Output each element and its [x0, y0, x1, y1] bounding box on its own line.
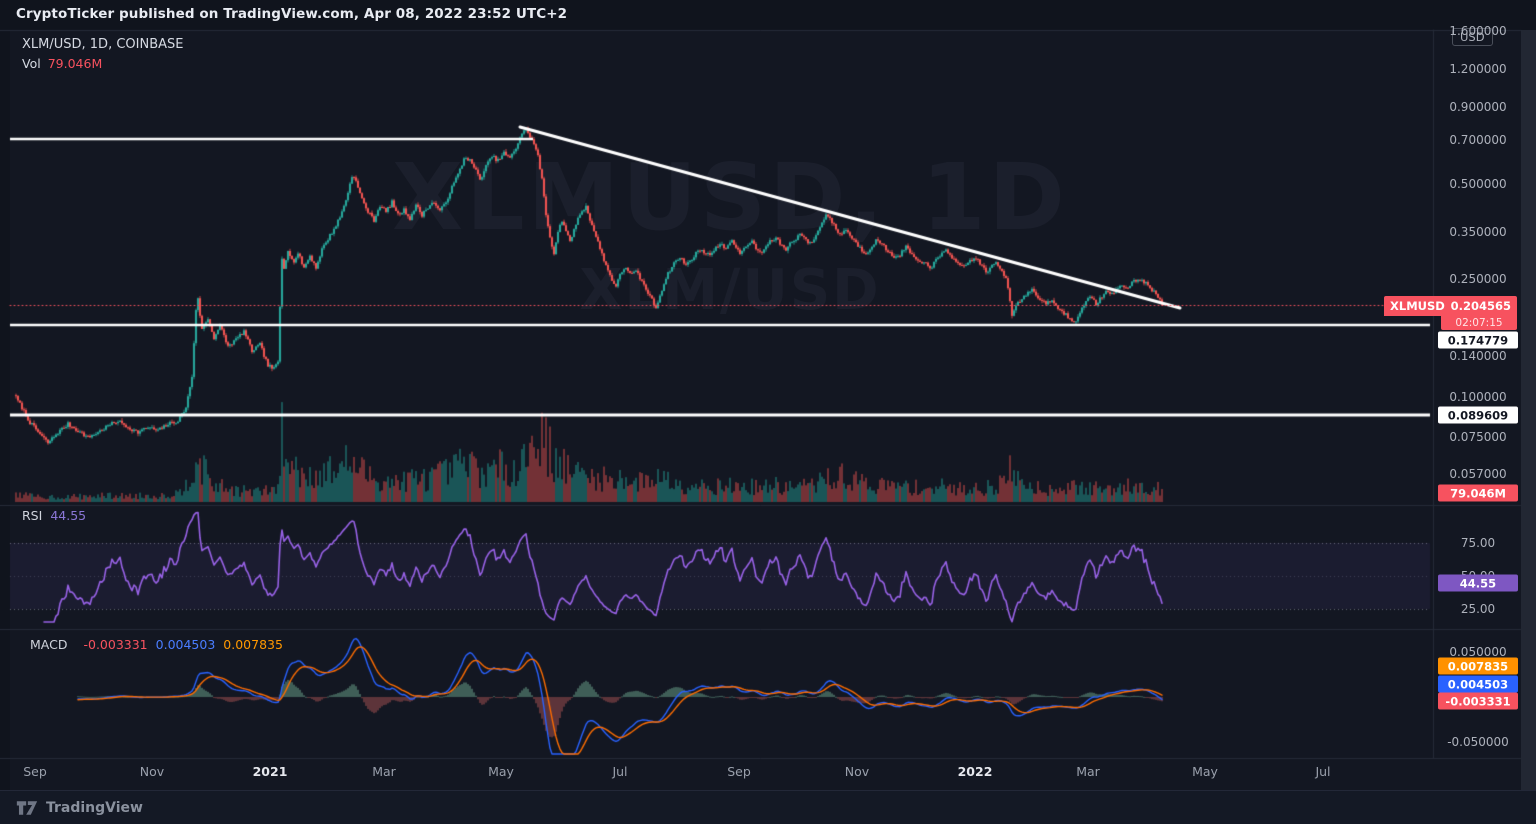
chart-canvas[interactable] — [0, 0, 1536, 824]
macd-legend-title: MACD — [30, 637, 67, 652]
price-tick-label: 0.075000 — [1435, 430, 1521, 444]
axis-label-rsi-value: 44.55 — [1438, 575, 1518, 592]
price-tick-label: 0.250000 — [1435, 272, 1521, 286]
bar-countdown: 02:07:15 — [1441, 316, 1517, 330]
rsi-legend-value: 44.55 — [50, 508, 86, 523]
volume-legend-label: Vol — [22, 56, 41, 71]
time-axis-label: Jul — [1315, 764, 1330, 779]
price-tick-label: 0.140000 — [1435, 349, 1521, 363]
macd-legend-value: 0.007835 — [223, 637, 283, 652]
price-tick-label: 1.200000 — [1435, 62, 1521, 76]
macd-legend-value: -0.003331 — [83, 637, 147, 652]
price-tick-label: 0.900000 — [1435, 100, 1521, 114]
tradingview-logo-icon[interactable] — [16, 799, 38, 817]
time-axis-label: May — [1192, 764, 1218, 779]
macd-legend-value: 0.004503 — [156, 637, 216, 652]
tradingview-brand-text[interactable]: TradingView — [46, 800, 143, 816]
macd-tick-label: -0.050000 — [1435, 735, 1521, 749]
axis-label-macd-signal: 0.007835 — [1438, 658, 1518, 675]
volume-legend-value: 79.046M — [48, 56, 103, 71]
time-axis-label: Nov — [140, 764, 164, 779]
last-price-value: 0.204565 — [1451, 299, 1511, 313]
price-tick-label: 0.350000 — [1435, 225, 1521, 239]
price-tick-label: 0.057000 — [1435, 467, 1521, 481]
time-axis-label: Mar — [372, 764, 396, 779]
time-axis-label: Sep — [23, 764, 47, 779]
price-tick-label: 0.700000 — [1435, 133, 1521, 147]
axis-label-level-lower: 0.089609 — [1438, 407, 1518, 424]
tradingview-screenshot: CryptoTicker published on TradingView.co… — [0, 0, 1536, 824]
time-axis-label: 2021 — [253, 764, 288, 779]
axis-label-volume-value: 79.046M — [1438, 485, 1518, 502]
time-axis-label: Sep — [727, 764, 751, 779]
axis-label-level-upper: 0.174779 — [1438, 332, 1518, 349]
price-tick-label: 0.100000 — [1435, 390, 1521, 404]
footer-bar: TradingView — [0, 790, 1536, 824]
symbol-legend[interactable]: XLM/USD, 1D, COINBASE — [22, 37, 183, 52]
time-axis-label: Jul — [612, 764, 627, 779]
time-axis-label: Mar — [1076, 764, 1100, 779]
time-axis-label: 2022 — [958, 764, 993, 779]
time-axis-label: Nov — [845, 764, 869, 779]
axis-label-macd-line: 0.004503 — [1438, 676, 1518, 693]
macd-legend[interactable]: MACD -0.003331 0.004503 0.007835 — [22, 637, 283, 652]
rsi-tick-label: 25.00 — [1435, 602, 1521, 616]
rsi-legend-title: RSI — [22, 508, 42, 523]
time-axis-label: May — [488, 764, 514, 779]
volume-legend[interactable]: Vol 79.046M — [22, 56, 102, 71]
last-price-label: XLMUSD 0.204565 02:07:15 — [1384, 296, 1517, 330]
price-tick-label: 0.500000 — [1435, 177, 1521, 191]
last-price-symbol: XLMUSD — [1390, 299, 1445, 313]
rsi-tick-label: 75.00 — [1435, 536, 1521, 550]
axis-label-macd-hist: -0.003331 — [1438, 693, 1518, 710]
rsi-legend[interactable]: RSI 44.55 — [22, 508, 86, 523]
price-tick-label: 1.600000 — [1435, 24, 1521, 38]
